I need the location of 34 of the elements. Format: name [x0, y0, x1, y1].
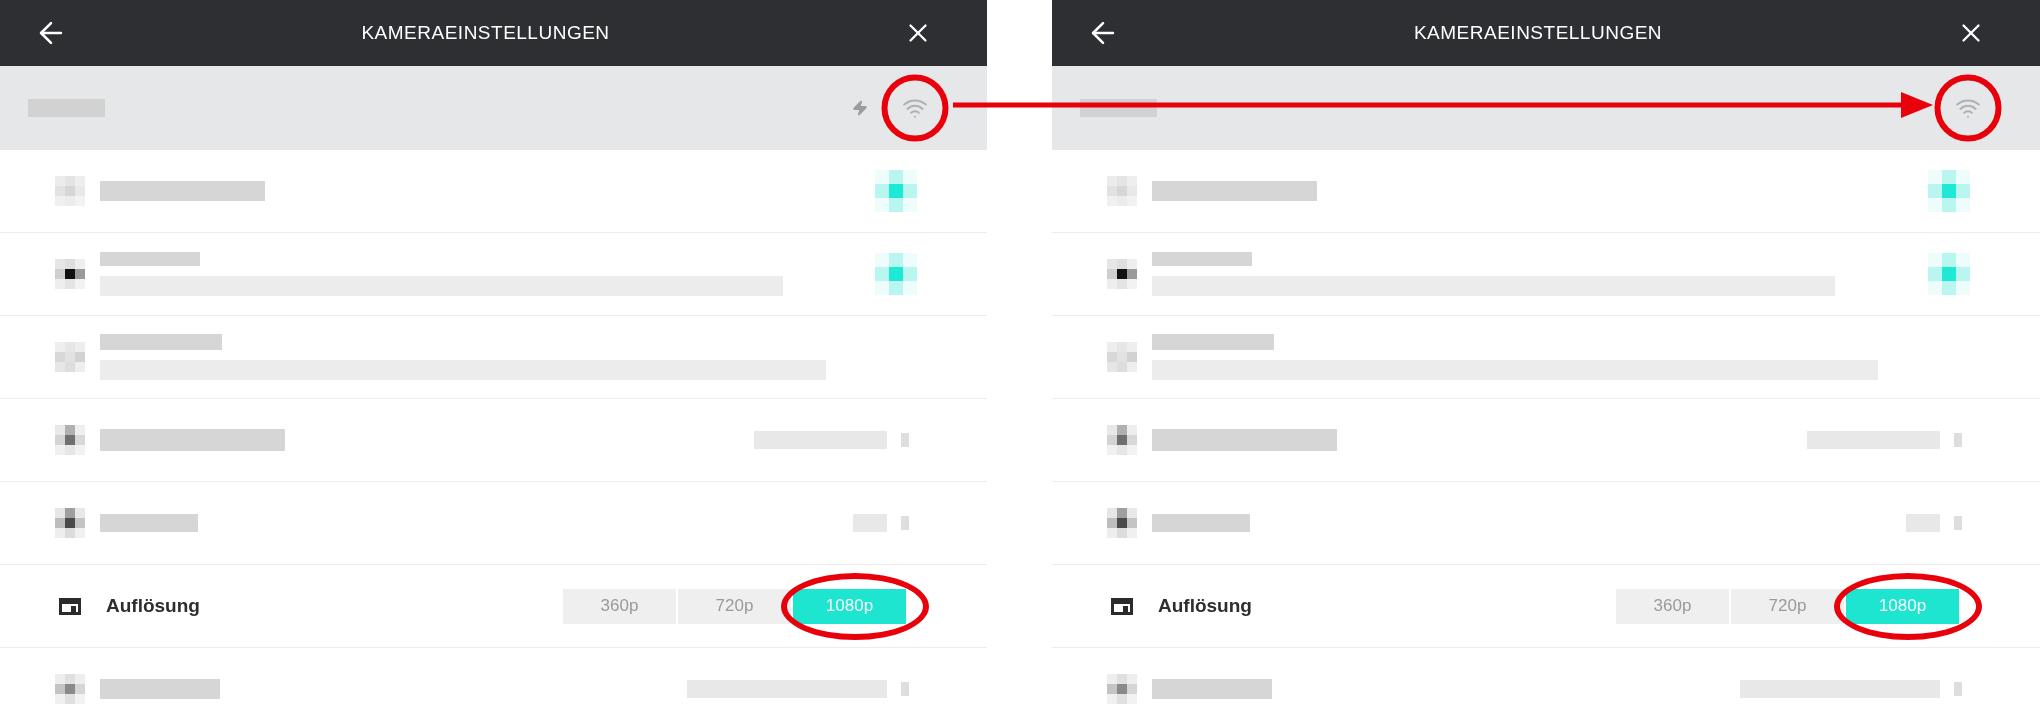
pixelated-toggle[interactable]	[875, 253, 917, 295]
pixelated-chevron	[1954, 516, 1962, 530]
pixelated-icon	[1107, 674, 1137, 704]
pixelated-icon	[1107, 259, 1137, 289]
pixelated-icon	[55, 508, 85, 538]
pixelated-icon	[55, 176, 85, 206]
resolution-option[interactable]: 1080p	[1846, 588, 1959, 624]
setting-label: Auflösung	[1158, 593, 1252, 618]
pixelated-toggle[interactable]	[1928, 253, 1970, 295]
pixelated-chevron	[1954, 433, 1962, 447]
pixelated-chevron	[901, 516, 909, 530]
pixelated-icon	[55, 674, 85, 704]
resolution-option[interactable]: 360p	[563, 588, 676, 624]
window-title: KAMERAEINSTELLUNGEN	[360, 20, 611, 45]
pixelated-chevron	[901, 682, 909, 696]
setting-label: Auflösung	[106, 593, 200, 618]
resolution-option[interactable]: 720p	[678, 588, 791, 624]
pixelated-icon	[1107, 176, 1137, 206]
pixelated-icon	[1107, 425, 1137, 455]
pixelated-icon	[55, 425, 85, 455]
pixelated-toggle[interactable]	[1928, 170, 1970, 212]
pixelated-icon	[1107, 342, 1137, 372]
resolution-option[interactable]: 720p	[1731, 588, 1844, 624]
window-title: KAMERAEINSTELLUNGEN	[1412, 20, 1664, 45]
screen-icon	[59, 597, 81, 615]
screen-icon	[1111, 597, 1133, 615]
pixelated-chevron	[901, 433, 909, 447]
pixelated-chevron	[1954, 682, 1962, 696]
pixelated-toggle[interactable]	[875, 170, 917, 212]
pixelated-icon	[1107, 508, 1137, 538]
resolution-option[interactable]: 360p	[1616, 588, 1729, 624]
pixelated-icon	[55, 259, 85, 289]
resolution-option[interactable]: 1080p	[793, 588, 906, 624]
pixelated-icon	[55, 342, 85, 372]
